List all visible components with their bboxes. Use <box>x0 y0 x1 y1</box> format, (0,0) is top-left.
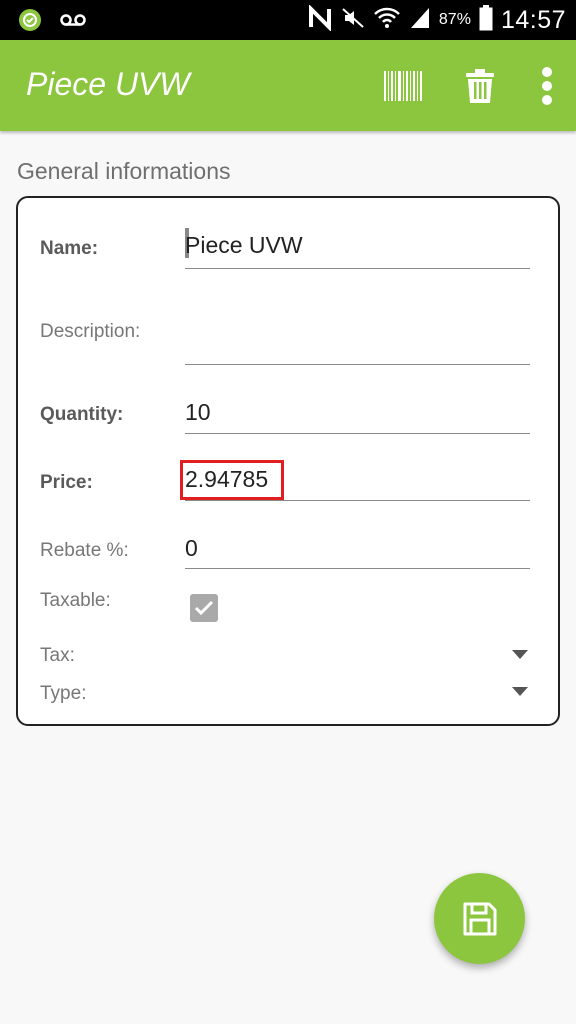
status-bar: 87% 14:57 <box>0 0 576 40</box>
price-label: Price: <box>40 472 93 493</box>
battery-icon <box>479 5 493 35</box>
clock: 14:57 <box>500 5 566 34</box>
battery-percent: 87% <box>438 11 471 28</box>
tax-dropdown-arrow-icon[interactable] <box>512 650 528 659</box>
wifi-icon <box>373 5 401 35</box>
mute-icon <box>341 6 365 34</box>
section-title: General informations <box>17 158 231 184</box>
nfc-icon <box>307 4 333 35</box>
voicemail-icon <box>60 12 86 32</box>
type-label: Type: <box>40 683 87 704</box>
name-field[interactable]: Piece UVW <box>185 228 530 269</box>
name-value: Piece UVW <box>185 232 303 258</box>
quantity-value: 10 <box>185 399 211 425</box>
taxable-checkbox[interactable] <box>190 594 218 622</box>
type-dropdown-arrow-icon[interactable] <box>512 687 528 696</box>
description-label: Description: <box>40 321 141 342</box>
save-button[interactable] <box>434 873 525 964</box>
barcode-icon[interactable] <box>382 64 424 108</box>
name-label: Name: <box>40 238 99 259</box>
more-vert-icon[interactable] <box>535 64 559 108</box>
price-highlight-box <box>180 460 284 500</box>
save-icon <box>463 902 496 935</box>
rebate-field[interactable]: 0 <box>185 530 530 569</box>
description-field[interactable] <box>185 326 530 365</box>
signal-icon <box>409 6 431 34</box>
app-toolbar: Piece UVW <box>0 40 576 131</box>
quantity-label: Quantity: <box>40 404 124 425</box>
taxable-label: Taxable: <box>40 590 111 611</box>
general-info-card: Name: Piece UVW Description: Quantity: 1… <box>16 196 560 726</box>
toolbar-title: Piece UVW <box>26 66 190 102</box>
check-icon <box>194 600 214 616</box>
tax-label: Tax: <box>40 645 75 666</box>
quantity-field[interactable]: 10 <box>185 394 530 434</box>
rebate-value: 0 <box>185 535 198 561</box>
rebate-label: Rebate %: <box>40 540 129 561</box>
circle-check-icon <box>18 8 42 36</box>
trash-icon[interactable] <box>460 64 500 108</box>
